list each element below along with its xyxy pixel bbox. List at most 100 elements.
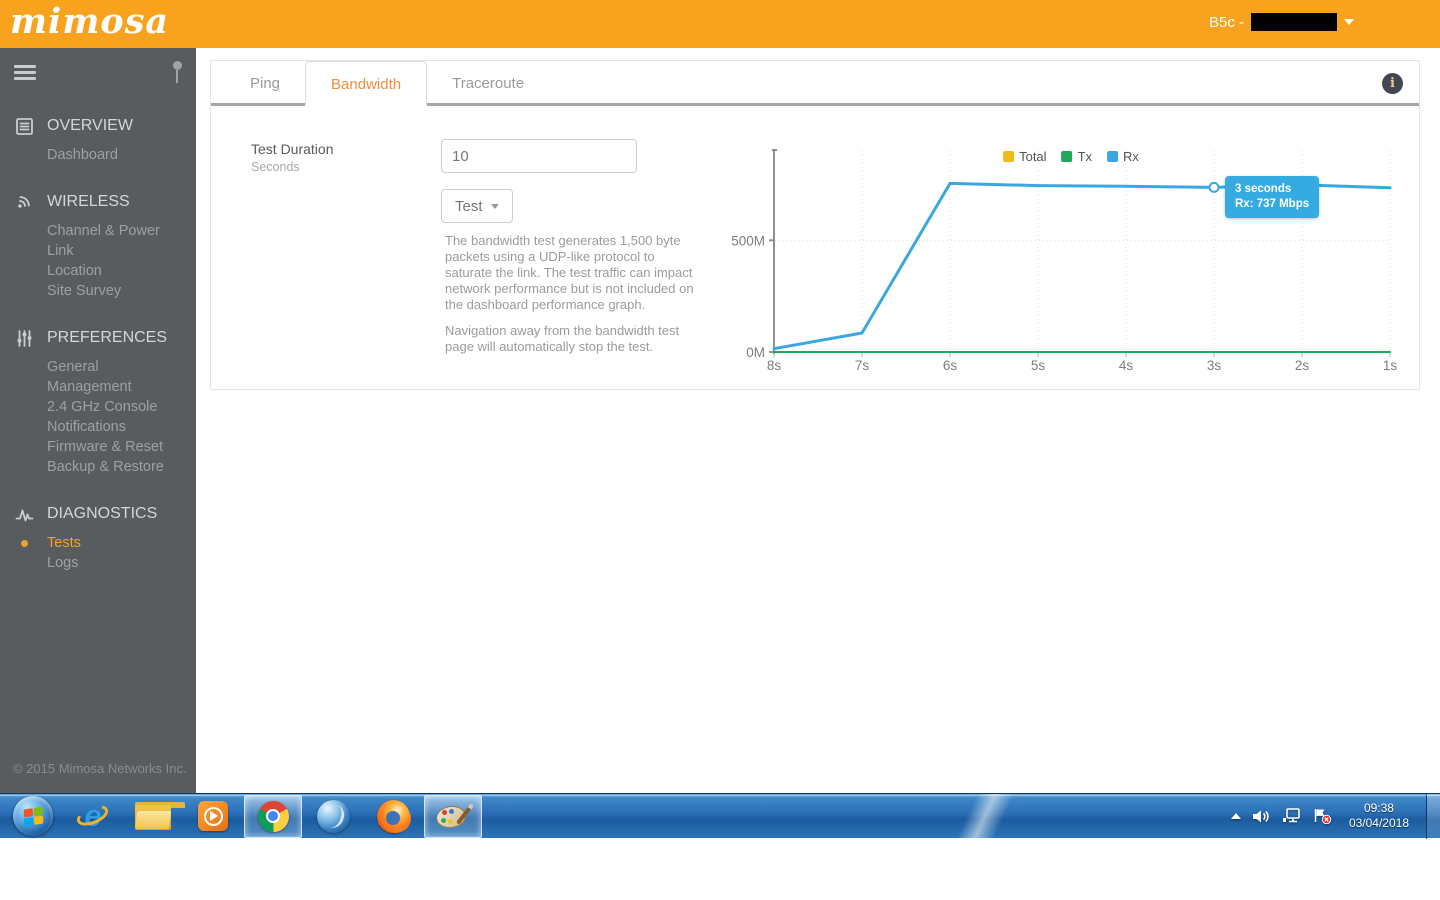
paint-button[interactable]: [424, 794, 482, 838]
test-description: The bandwidth test generates 1,500 byte …: [445, 233, 701, 365]
clock-time: 09:38: [1363, 801, 1394, 815]
system-tray: 09:38 03/04/2018: [1230, 793, 1440, 839]
sidebar-section-wireless: WIRELESS Channel & Power Link Location S…: [0, 190, 196, 301]
sidebar-header: [0, 48, 196, 96]
device-selector-dropdown[interactable]: B5c -: [1209, 13, 1354, 31]
sidebar-item-24ghz-console[interactable]: 2.4 GHz Console: [47, 397, 196, 417]
sidebar-item-site-survey[interactable]: Site Survey: [47, 281, 196, 301]
sidebar-section-diagnostics: DIAGNOSTICS Tests Logs: [0, 502, 196, 573]
legend-item-tx[interactable]: Tx: [1061, 149, 1093, 164]
sidebar-item-notifications[interactable]: Notifications: [47, 417, 196, 437]
sidebar-item-link[interactable]: Link: [47, 241, 196, 261]
chart-legend: Total Tx Rx: [1003, 149, 1139, 164]
svg-text:5s: 5s: [1031, 358, 1046, 373]
legend-item-rx[interactable]: Rx: [1107, 149, 1139, 164]
show-hidden-icons-button[interactable]: [1230, 813, 1241, 819]
sidebar-item-tests[interactable]: Tests: [21, 533, 196, 553]
blue-globe-icon: [316, 799, 350, 833]
info-icon: i: [1390, 76, 1395, 91]
pin-icon[interactable]: [172, 61, 182, 85]
folder-icon: [134, 802, 185, 830]
duration-label: Test Duration: [251, 141, 334, 157]
mimosa-logo[interactable]: mimosa: [10, 1, 169, 42]
taskbar-glass-streak: [935, 794, 1035, 839]
test-button[interactable]: Test: [441, 189, 513, 223]
sidebar: OVERVIEW Dashboard WIRELESS Channel & Po…: [0, 48, 196, 793]
sidebar-item-channel-power[interactable]: Channel & Power: [47, 221, 196, 241]
svg-text:8s: 8s: [767, 358, 782, 373]
sliders-icon: [13, 329, 36, 348]
pulse-icon: [13, 505, 36, 524]
sidebar-nav: OVERVIEW Dashboard WIRELESS Channel & Po…: [0, 96, 196, 573]
sidebar-item-management[interactable]: Management: [47, 377, 196, 397]
duration-label-group: Test Duration Seconds: [251, 141, 333, 174]
duration-unit-label: Seconds: [251, 160, 300, 174]
svg-text:2s: 2s: [1295, 358, 1310, 373]
sidebar-section-preferences: PREFERENCES General Management 2.4 GHz C…: [0, 326, 196, 477]
firefox-button[interactable]: [364, 795, 422, 838]
action-center-flag-icon[interactable]: [1313, 808, 1332, 824]
sidebar-item-firmware-reset[interactable]: Firmware & Reset: [47, 437, 196, 457]
clock-date: 03/04/2018: [1348, 816, 1409, 830]
legend-swatch-rx: [1107, 151, 1119, 162]
legend-label: Total: [1019, 149, 1047, 164]
legend-label: Rx: [1123, 149, 1139, 164]
signal-icon: [13, 193, 36, 212]
menu-toggle-button[interactable]: [14, 65, 36, 83]
internet-explorer-icon: e: [74, 798, 111, 833]
chrome-button[interactable]: [244, 794, 302, 838]
firefox-icon: [376, 799, 410, 833]
media-player-button[interactable]: [184, 795, 242, 838]
section-label: PREFERENCES: [47, 329, 168, 346]
section-label: WIRELESS: [47, 193, 130, 210]
tooltip-category: 3 seconds: [1235, 183, 1292, 195]
description-paragraph: Navigation away from the bandwidth test …: [445, 323, 680, 354]
tab-bandwidth[interactable]: Bandwidth: [305, 61, 428, 106]
sidebar-item-logs[interactable]: Logs: [47, 553, 196, 573]
svg-text:1s: 1s: [1383, 358, 1398, 373]
internet-explorer-button[interactable]: e: [64, 795, 122, 838]
chevron-down-icon: [490, 203, 499, 209]
windows-start-icon: [13, 796, 53, 836]
test-duration-input[interactable]: [441, 139, 637, 173]
tab-traceroute[interactable]: Traceroute: [427, 61, 549, 103]
sidebar-item-dashboard[interactable]: Dashboard: [47, 145, 196, 165]
legend-swatch-total: [1003, 151, 1015, 162]
windows-taskbar: e 09:38 03/04/2018: [0, 793, 1440, 839]
svg-text:4s: 4s: [1119, 358, 1134, 373]
redacted-device-name: [1251, 13, 1337, 31]
chevron-down-icon: [1344, 19, 1354, 25]
tab-ping[interactable]: Ping: [225, 61, 305, 103]
blue-globe-app-button[interactable]: [304, 795, 362, 838]
info-button[interactable]: i: [1382, 73, 1403, 94]
device-label: B5c -: [1208, 13, 1244, 31]
volume-icon[interactable]: [1252, 809, 1271, 824]
svg-text:3s: 3s: [1207, 358, 1222, 373]
list-icon: [13, 117, 36, 136]
app-header: mimosa B5c -: [0, 0, 1440, 48]
active-indicator-dot: [21, 540, 28, 547]
sidebar-item-backup-restore[interactable]: Backup & Restore: [47, 457, 196, 477]
sidebar-item-location[interactable]: Location: [47, 261, 196, 281]
show-desktop-button[interactable]: [1426, 793, 1440, 839]
description-paragraph: The bandwidth test generates 1,500 byte …: [445, 233, 694, 312]
sidebar-item-general[interactable]: General: [47, 357, 196, 377]
taskbar-clock[interactable]: 09:38 03/04/2018: [1349, 801, 1409, 831]
tab-bar: Ping Bandwidth Traceroute i: [211, 61, 1419, 106]
taskbar-apps: e: [0, 794, 483, 838]
start-button[interactable]: [4, 795, 62, 838]
legend-label: Tx: [1077, 149, 1093, 164]
section-label: OVERVIEW: [47, 117, 133, 134]
section-label: DIAGNOSTICS: [47, 505, 158, 522]
legend-item-total[interactable]: Total: [1003, 149, 1047, 164]
bandwidth-chart: Total Tx Rx 0M 500M 8s 7s 6s 5s 4s 3s 2s 1s 3 sec…: [731, 146, 1411, 386]
file-explorer-button[interactable]: [124, 795, 185, 838]
svg-text:500M: 500M: [731, 233, 765, 248]
paint-icon: [434, 800, 474, 832]
sidebar-section-overview: OVERVIEW Dashboard: [0, 114, 196, 165]
svg-text:6s: 6s: [943, 358, 958, 373]
network-icon[interactable]: [1282, 808, 1302, 824]
chrome-icon: [257, 800, 289, 832]
svg-text:7s: 7s: [855, 358, 870, 373]
media-player-icon: [198, 801, 228, 831]
